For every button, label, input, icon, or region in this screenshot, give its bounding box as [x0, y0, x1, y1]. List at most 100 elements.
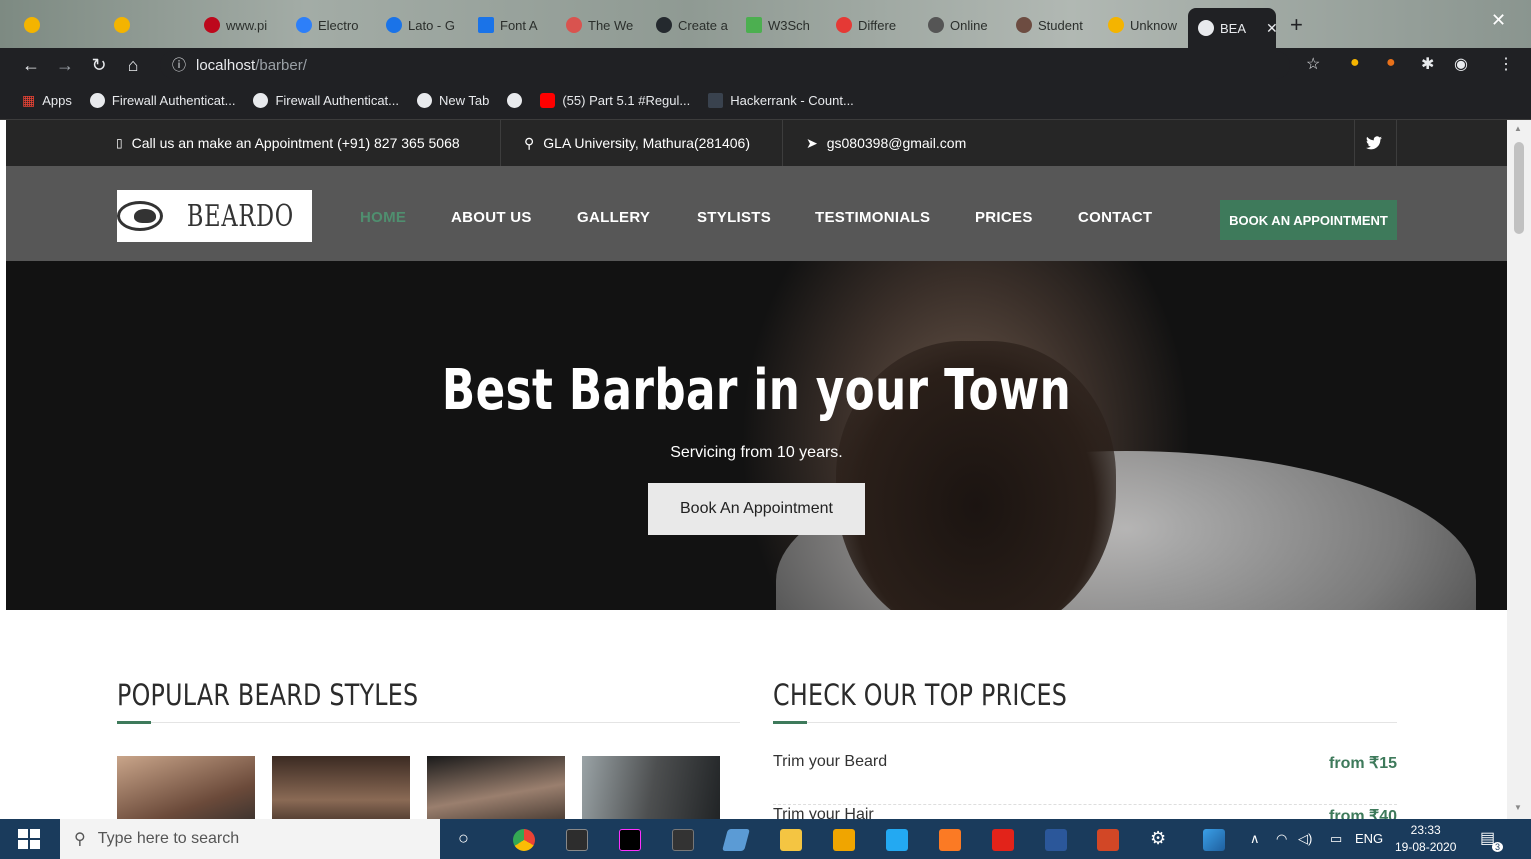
beard-style-image[interactable]: [427, 756, 565, 819]
beard-style-image[interactable]: [117, 756, 255, 819]
acrobat-icon[interactable]: [992, 829, 1014, 851]
url-field[interactable]: ⓘ localhost/barber/: [160, 51, 1290, 79]
sublime-text-icon[interactable]: [833, 829, 855, 851]
beardo-logo[interactable]: BEARDO: [117, 190, 312, 242]
browser-tab[interactable]: Create a: [650, 10, 736, 40]
browser-tab[interactable]: Online: [922, 10, 1004, 40]
bookmark-item[interactable]: Hackerrank - Count...: [708, 93, 854, 108]
browser-tab-active[interactable]: BEA ✕: [1188, 8, 1276, 48]
nav-testimonials[interactable]: TESTIMONIALS: [815, 209, 930, 226]
app-icon[interactable]: [722, 829, 750, 851]
price-row: Trim your Beard from ₹15: [773, 753, 1397, 805]
browser-address-bar: ← → ↻ ⌂ ⓘ localhost/barber/ ☆ ● ● ✱ ◉ ⋮: [0, 48, 1531, 82]
extension-icon[interactable]: ●: [1386, 54, 1396, 72]
bookmark-item[interactable]: Firewall Authenticat...: [89, 93, 235, 108]
profile-avatar-icon[interactable]: ◉: [1454, 54, 1468, 74]
home-icon[interactable]: ⌂: [116, 55, 150, 76]
scroll-up-icon[interactable]: ▲: [1514, 124, 1522, 133]
scrollbar-thumb[interactable]: [1514, 142, 1524, 234]
volume-icon[interactable]: ◁): [1298, 831, 1312, 847]
browser-menu-icon[interactable]: ⋮: [1498, 54, 1514, 74]
nav-home[interactable]: HOME: [360, 209, 406, 226]
chevron-up-icon[interactable]: ∧: [1250, 831, 1260, 847]
browser-tab[interactable]: The We: [560, 10, 646, 40]
wifi-icon[interactable]: ◠: [1276, 831, 1287, 847]
topbar-email[interactable]: ➤ gs080398@gmail.com: [806, 120, 966, 166]
settings-gear-icon[interactable]: ⚙: [1150, 828, 1166, 849]
bookmark-item[interactable]: New Tab: [417, 93, 489, 108]
photos-icon[interactable]: [1203, 829, 1225, 851]
bookmark-apps[interactable]: ▦ Apps: [22, 92, 72, 109]
back-icon[interactable]: ←: [14, 55, 48, 76]
taskbar-clock[interactable]: 23:33 19-08-2020: [1395, 822, 1456, 856]
nav-contact[interactable]: CONTACT: [1078, 209, 1152, 226]
intellij-icon[interactable]: [619, 829, 641, 851]
bookmark-item[interactable]: Firewall Authenticat...: [253, 93, 399, 108]
file-explorer-icon[interactable]: [780, 829, 802, 851]
globe-icon: [417, 93, 432, 108]
beard-style-image[interactable]: [582, 756, 720, 819]
topbar-address: ⚲ GLA University, Mathura(281406): [524, 134, 750, 152]
battery-icon[interactable]: ▭: [1330, 831, 1342, 847]
book-appointment-button[interactable]: BOOK AN APPOINTMENT: [1220, 200, 1397, 240]
globe-icon: [507, 93, 523, 108]
site-topbar: ▯ Call us an make an Appointment (+91) 8…: [6, 120, 1507, 166]
notification-count-badge: 3: [1492, 842, 1504, 852]
browser-tab[interactable]: www.pi: [198, 10, 286, 40]
paper-plane-icon: ➤: [806, 134, 818, 151]
reload-icon[interactable]: ↻: [82, 55, 116, 76]
bookmark-item[interactable]: [507, 93, 523, 108]
powerpoint-icon[interactable]: [1097, 829, 1119, 851]
hero-title: Best Barbar in your Town: [441, 358, 1072, 423]
extensions-puzzle-icon[interactable]: ✱: [1421, 54, 1434, 74]
browser-tab[interactable]: W3Sch: [740, 10, 822, 40]
window-close-icon[interactable]: ✕: [1491, 10, 1506, 31]
price-row: Trim your Hair from ₹40: [773, 806, 1397, 819]
taskbar-search-input[interactable]: ⚲ Type here to search: [60, 819, 440, 859]
nav-about-us[interactable]: ABOUT US: [451, 209, 532, 226]
nav-gallery[interactable]: GALLERY: [577, 209, 650, 226]
chrome-icon[interactable]: [513, 829, 535, 851]
vscode-icon[interactable]: [886, 829, 908, 851]
info-icon[interactable]: ⓘ: [172, 55, 186, 75]
browser-tab[interactable]: Electro: [290, 10, 376, 40]
browser-tab[interactable]: [18, 10, 48, 40]
globe-icon: [89, 93, 105, 108]
terminal-icon[interactable]: [566, 829, 588, 851]
topbar-phone: ▯ Call us an make an Appointment (+91) 8…: [116, 135, 460, 151]
bookmark-star-icon[interactable]: ☆: [1306, 54, 1320, 74]
nav-stylists[interactable]: STYLISTS: [697, 209, 771, 226]
xampp-icon[interactable]: [939, 829, 961, 851]
app-icon[interactable]: [672, 829, 694, 851]
bookmark-item[interactable]: (55) Part 5.1 #Regul...: [540, 93, 690, 108]
forward-icon[interactable]: →: [48, 55, 82, 76]
new-tab-icon[interactable]: +: [1290, 12, 1303, 38]
drive-icon: [114, 17, 130, 33]
website-viewport: ▯ Call us an make an Appointment (+91) 8…: [6, 120, 1507, 819]
nav-prices[interactable]: PRICES: [975, 209, 1033, 226]
browser-tab[interactable]: Lato - G: [380, 10, 468, 40]
browser-tab[interactable]: Student: [1010, 10, 1102, 40]
hero-book-appointment-button[interactable]: Book An Appointment: [648, 483, 865, 535]
browser-tab[interactable]: [108, 10, 138, 40]
twitter-icon[interactable]: [1366, 120, 1382, 166]
hackerrank-icon: [708, 93, 724, 108]
close-tab-icon[interactable]: ✕: [1266, 20, 1276, 37]
windows-start-icon[interactable]: [18, 829, 40, 849]
cookie-extension-icon[interactable]: ●: [1350, 54, 1360, 72]
slack-icon: [1108, 17, 1124, 33]
browser-tab[interactable]: Differe: [830, 10, 914, 40]
browser-tab[interactable]: Unknow: [1102, 10, 1184, 40]
browser-tab[interactable]: Font A: [472, 10, 552, 40]
student-icon: [1016, 17, 1032, 33]
page-scrollbar[interactable]: ▲ ▼: [1507, 120, 1531, 819]
divider: [500, 120, 501, 166]
language-indicator[interactable]: ENG: [1355, 831, 1383, 846]
divider: [782, 120, 783, 166]
beard-styles-title: POPULAR BEARD STYLES: [117, 678, 419, 712]
github-icon: [656, 17, 672, 33]
word-icon[interactable]: [1045, 829, 1067, 851]
scroll-down-icon[interactable]: ▼: [1514, 803, 1522, 812]
cortana-icon[interactable]: ○: [458, 828, 469, 849]
beard-style-image[interactable]: [272, 756, 410, 819]
